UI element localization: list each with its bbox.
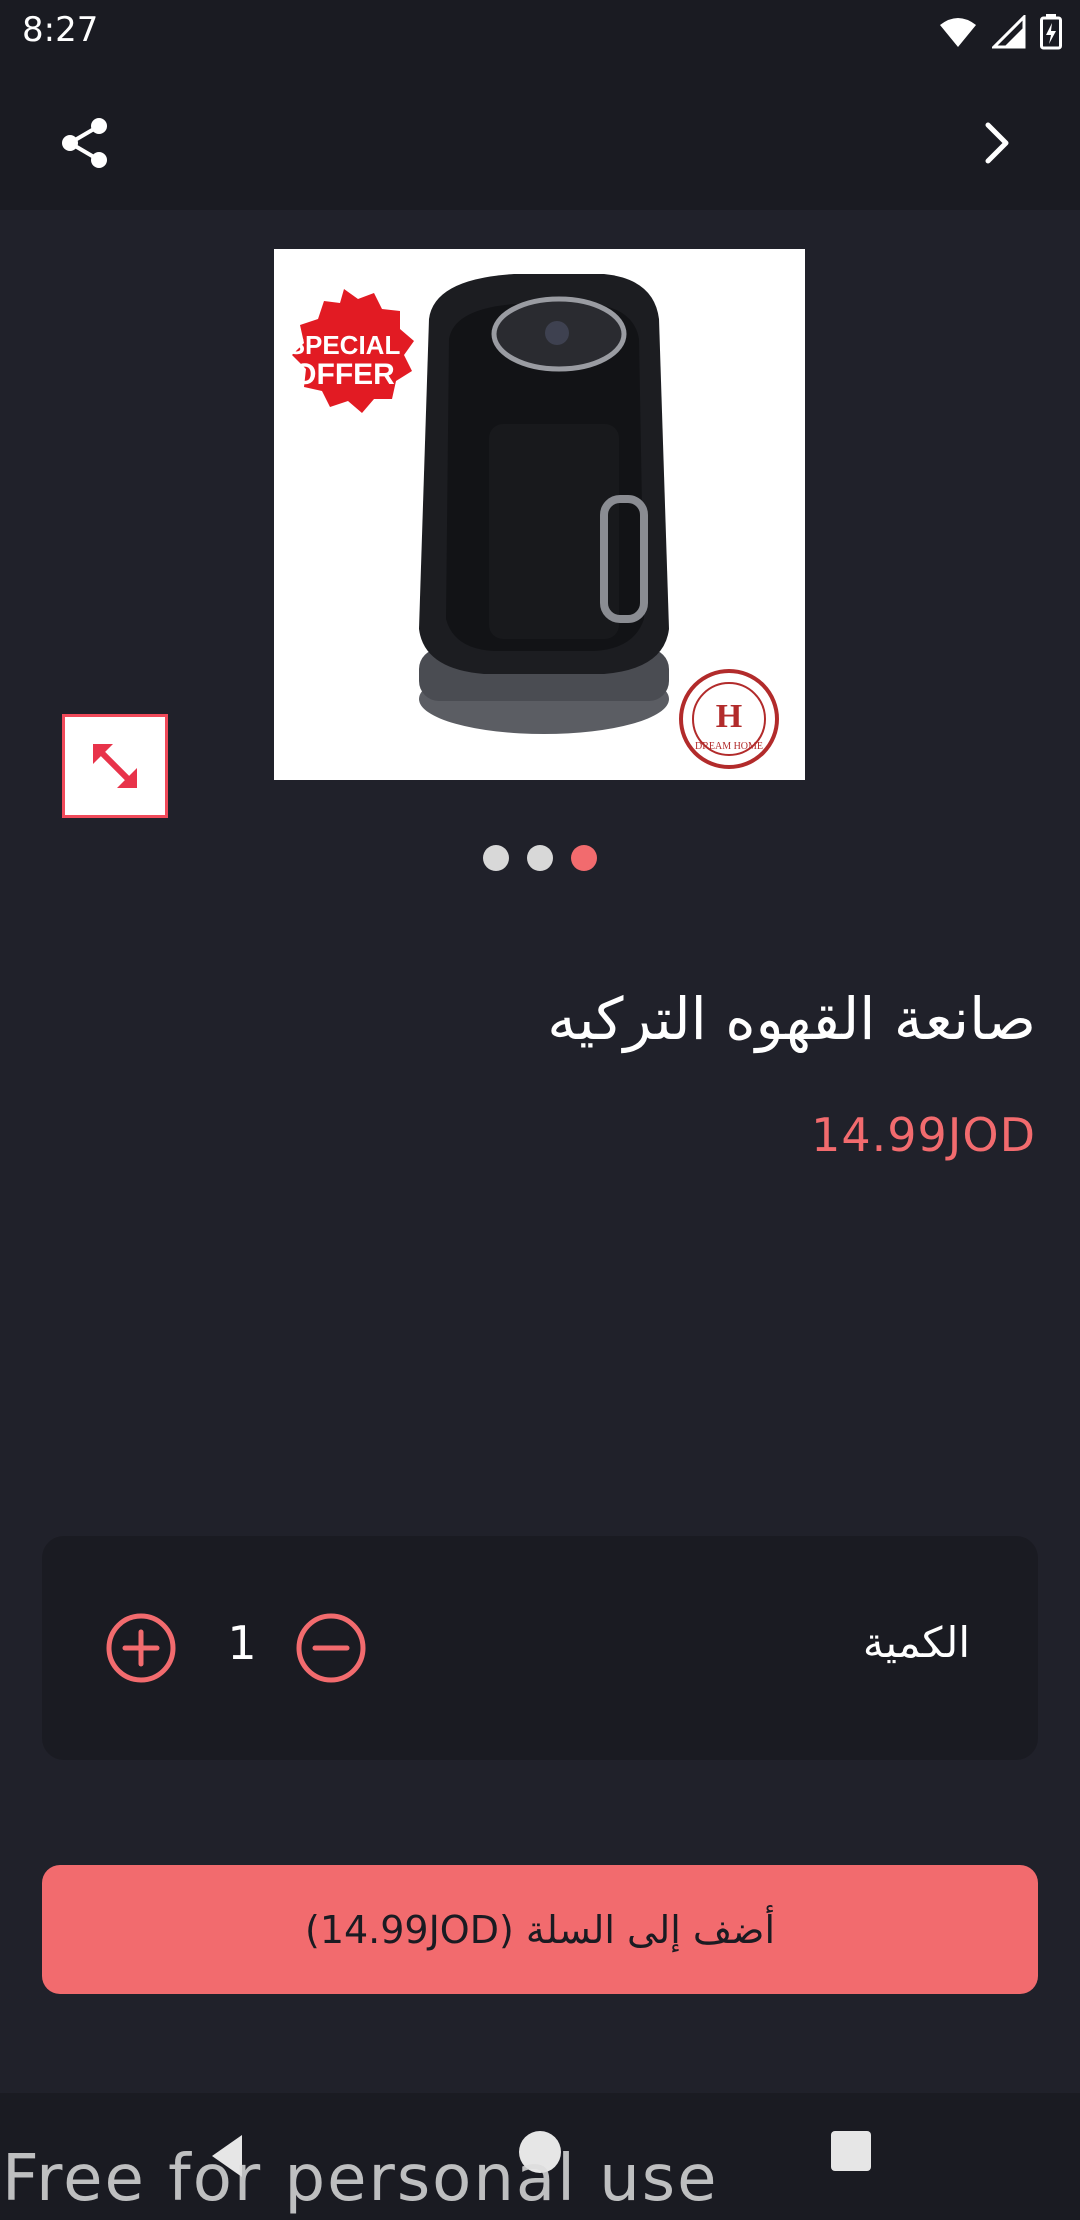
expand-arrows-icon xyxy=(93,744,137,788)
image-pager xyxy=(0,845,1080,871)
svg-text:OFFER: OFFER xyxy=(293,358,395,391)
minus-circle-icon xyxy=(296,1613,366,1683)
svg-text:SPECIAL: SPECIAL xyxy=(288,330,401,360)
product-title: صانعة القهوه التركيه xyxy=(547,985,1036,1053)
signal-icon xyxy=(992,15,1026,49)
recents-icon[interactable] xyxy=(831,2131,871,2171)
share-button[interactable] xyxy=(50,108,120,178)
app-bar xyxy=(0,66,1080,210)
wifi-icon xyxy=(940,18,976,47)
product-price: 14.99JOD xyxy=(811,1108,1036,1162)
add-to-cart-button[interactable]: أضف إلى السلة (14.99JOD) xyxy=(42,1865,1038,1994)
battery-icon xyxy=(1040,14,1062,50)
share-icon xyxy=(62,118,107,168)
status-bar: 8:27 xyxy=(0,0,1080,66)
plus-circle-icon xyxy=(106,1613,176,1683)
svg-text:H: H xyxy=(716,698,742,735)
chevron-right-icon xyxy=(985,122,1009,164)
quantity-card: 1 الكمية xyxy=(42,1536,1038,1760)
back-icon[interactable] xyxy=(202,2131,252,2181)
quantity-label: الكمية xyxy=(862,1618,970,1667)
quantity-value: 1 xyxy=(227,1616,257,1670)
pager-dot[interactable] xyxy=(483,845,509,871)
pager-dot[interactable] xyxy=(527,845,553,871)
system-nav-bar xyxy=(0,2093,1080,2220)
product-image[interactable]: SPECIAL OFFER H DREAM HOME xyxy=(274,249,805,780)
fullscreen-button[interactable] xyxy=(62,714,168,818)
status-icons xyxy=(938,12,1062,52)
increase-quantity-button[interactable] xyxy=(105,1612,177,1684)
svg-text:DREAM HOME: DREAM HOME xyxy=(695,741,763,752)
status-time: 8:27 xyxy=(22,10,99,50)
forward-button[interactable] xyxy=(962,108,1032,178)
pager-dot-active[interactable] xyxy=(571,845,597,871)
dream-home-logo: H DREAM HOME xyxy=(679,669,779,769)
home-icon[interactable] xyxy=(519,2131,561,2173)
coffee-maker-image: SPECIAL OFFER H DREAM HOME xyxy=(274,249,805,780)
decrease-quantity-button[interactable] xyxy=(295,1612,367,1684)
